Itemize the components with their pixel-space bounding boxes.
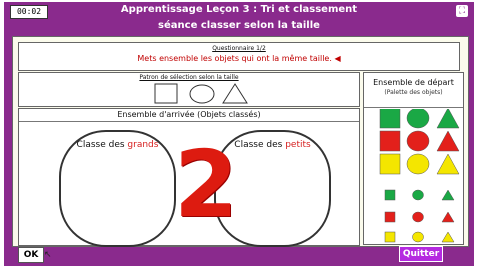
class-small-word: petits [285,140,311,150]
app-title: Apprentissage Leçon 3 : Tri et classemen… [120,4,358,15]
large-yellow-triangle-icon[interactable] [436,153,460,175]
large-yellow-circle-icon[interactable] [406,153,430,175]
small-yellow-triangle-icon[interactable] [441,231,455,243]
app-window: 00:02 Apprentissage Leçon 3 : Tri et cla… [4,2,474,266]
question-label: Questionnaire 1/2 [212,45,266,52]
departure-title: Ensemble de départ [373,78,454,87]
large-red-triangle-icon[interactable] [436,130,460,152]
divider [364,107,463,108]
arrival-label: Ensemble d'arrivée (Objets classés) [117,110,261,119]
small-yellow-square-icon[interactable] [384,231,396,243]
large-red-circle-icon[interactable] [406,130,430,152]
large-green-circle-icon[interactable] [406,109,430,129]
question-box: Questionnaire 1/2 Mets ensemble les obje… [18,42,460,71]
ok-button[interactable]: OK [18,247,44,263]
overlay-number: 2 [174,131,239,238]
pattern-shapes [154,83,248,104]
cursor-icon: ↖ [44,250,52,260]
departure-subtitle: (Palette des objets) [384,89,443,96]
arrival-set: Ensemble d'arrivée (Objets classés) Clas… [18,108,360,247]
workspace: Questionnaire 1/2 Mets ensemble les obje… [12,36,469,247]
small-green-triangle-icon[interactable] [441,189,455,201]
pattern-square-icon[interactable] [154,83,178,104]
pattern-triangle-icon[interactable] [222,83,248,104]
expand-icon[interactable]: ⛶ [456,5,468,17]
small-red-triangle-icon[interactable] [441,211,455,223]
pattern-circle-icon[interactable] [189,84,215,104]
lesson-subtitle: séance classer selon la taille [158,20,320,31]
pattern-label: Patron de sélection selon la taille [139,74,239,81]
class-big-word: grands [127,140,159,150]
large-green-square-icon[interactable] [379,109,401,129]
small-green-circle-icon[interactable] [412,189,424,201]
small-yellow-circle-icon[interactable] [412,231,424,243]
small-red-square-icon[interactable] [384,211,396,223]
class-big-title: Classe des grands [61,140,174,150]
palette-shapes [379,109,460,243]
question-text[interactable]: Mets ensemble les objets qui ont la même… [19,54,459,63]
selection-pattern: Patron de sélection selon la taille [18,72,360,107]
departure-palette: Ensemble de départ (Palette des objets) [363,72,464,245]
divider [19,121,359,122]
large-red-square-icon[interactable] [379,130,401,152]
large-yellow-square-icon[interactable] [379,153,401,175]
small-red-circle-icon[interactable] [412,211,424,223]
class-big-prefix: Classe des [76,140,128,150]
class-small-prefix: Classe des [234,140,286,150]
quit-button[interactable]: Quitter [399,246,443,262]
title-bar: 00:02 Apprentissage Leçon 3 : Tri et cla… [4,2,474,19]
large-green-triangle-icon[interactable] [436,109,460,129]
small-green-square-icon[interactable] [384,189,396,201]
class-big-dropzone[interactable]: Classe des grands [59,130,176,247]
